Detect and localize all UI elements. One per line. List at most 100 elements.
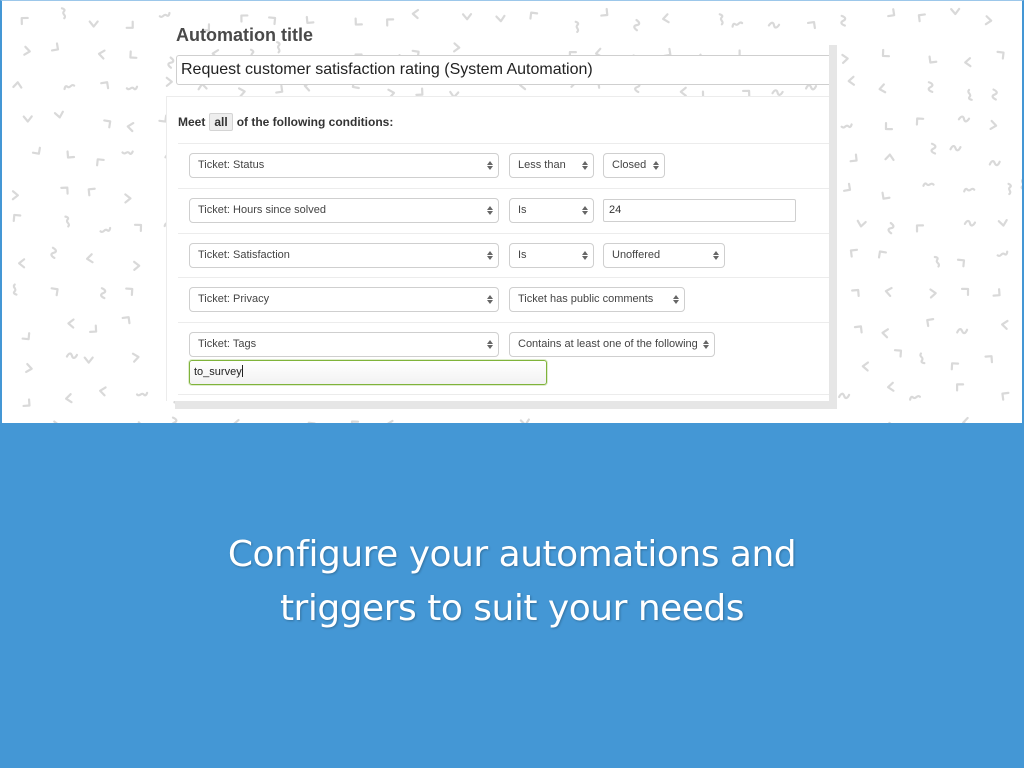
squiggle-mark [124,193,132,204]
squiggle-mark [909,394,922,401]
squiggle-mark [158,11,171,19]
squiggle-mark [884,286,893,298]
squiggle-mark [967,88,973,101]
squiggle-mark [841,53,849,65]
squiggle-mark [97,49,106,60]
condition-value: Unoffered [612,249,661,261]
squiggle-mark [305,15,315,25]
squiggle-mark [1001,391,1010,401]
squiggle-mark [887,8,896,18]
squiggle-mark [887,221,895,235]
condition-field-select[interactable]: Ticket: Privacy [189,287,499,312]
squiggle-mark [767,21,781,29]
squiggle-mark [121,150,134,155]
squiggle-mark [929,288,937,299]
squiggle-mark [275,84,284,94]
squiggle-mark [125,20,134,29]
squiggle-mark [881,48,891,58]
squiggle-mark [67,318,75,329]
squiggle-mark [529,11,539,20]
squiggle-mark [87,187,96,197]
squiggle-mark [20,16,29,26]
squiggle-mark [386,18,395,27]
squiggle-mark [23,45,31,56]
condition-operator-select[interactable]: Less than [509,153,594,178]
divider [178,322,829,323]
squiggle-mark [267,16,277,26]
squiggle-mark [989,119,998,130]
squiggle-mark [65,352,79,360]
conditions-panel: Meet all of the following conditions: Ti… [166,96,829,401]
conditions-header: Meet all of the following conditions: [178,113,393,131]
squiggle-mark [917,13,926,23]
squiggle-mark [50,42,60,52]
squiggle-mark [411,8,420,20]
condition-value-select[interactable]: Unoffered [603,243,725,268]
squiggle-mark [21,332,31,341]
squiggle-mark [133,260,141,271]
match-mode-select[interactable]: all [209,113,233,131]
conditions-prefix: Meet [178,115,206,129]
select-arrows-icon [672,288,680,311]
squiggle-mark [963,219,977,227]
condition-value-select[interactable]: Closed [603,153,665,178]
select-arrows-icon [486,154,494,177]
condition-value-input[interactable]: 24 [603,199,796,222]
condition-field-select[interactable]: Ticket: Status [189,153,499,178]
panel-shadow [829,45,837,409]
squiggle-mark [662,13,670,24]
squiggle-mark [63,83,76,91]
condition-field-value: Ticket: Hours since solved [198,204,326,216]
squiggle-mark [574,20,580,33]
squiggle-mark [232,418,240,423]
squiggle-mark [884,121,894,131]
automation-title-input[interactable]: Request customer satisfaction rating (Sy… [176,55,836,85]
condition-operator-select[interactable]: Is [509,198,594,223]
squiggle-mark [129,50,138,59]
squiggle-mark [99,386,107,397]
squiggle-mark [60,7,67,20]
condition-operator-value: Contains at least one of the following [518,338,698,350]
squiggle-mark [933,255,941,268]
squiggle-mark [65,393,73,404]
squiggle-mark [165,76,173,87]
squiggle-mark [840,14,847,27]
condition-operator-value: Ticket has public comments [518,293,654,305]
squiggle-mark [992,288,1001,297]
squiggle-mark [88,20,99,28]
squiggle-mark [89,324,98,334]
caption-line-1: Configure your automations and [227,534,797,575]
squiggle-mark [849,153,858,163]
condition-field-select[interactable]: Ticket: Hours since solved [189,198,499,223]
squiggle-mark [957,115,971,123]
caption-line-2: triggers to suit your needs [279,588,745,629]
squiggle-mark [350,420,360,423]
select-arrows-icon [486,244,494,267]
condition-field-select[interactable]: Ticket: Tags [189,332,499,357]
condition-operator-select[interactable]: Ticket has public comments [509,287,685,312]
squiggle-mark [851,288,860,298]
condition-operator-select[interactable]: Is [509,243,594,268]
condition-operator-value: Is [518,249,527,261]
squiggle-mark [991,88,998,101]
squiggle-mark [167,56,175,69]
squiggle-mark [1001,319,1009,330]
condition-operator-select[interactable]: Contains at least one of the following [509,332,715,357]
squiggle-mark [805,84,818,91]
squiggle-mark [12,283,18,296]
squiggle-mark [878,83,887,94]
text-cursor [241,365,243,377]
condition-field-select[interactable]: Ticket: Satisfaction [189,243,499,268]
tags-input[interactable]: to_survey [189,360,547,385]
squiggle-mark [12,213,22,223]
squiggle-mark [984,15,993,26]
squiggle-mark [950,7,961,16]
squiggle-mark [600,7,609,17]
condition-operator-value: Less than [518,159,566,171]
select-arrows-icon [581,199,589,222]
squiggle-mark [452,42,461,53]
squiggle-mark [495,14,506,23]
squiggle-mark [133,223,143,233]
select-arrows-icon [486,288,494,311]
squiggle-mark [354,17,363,26]
